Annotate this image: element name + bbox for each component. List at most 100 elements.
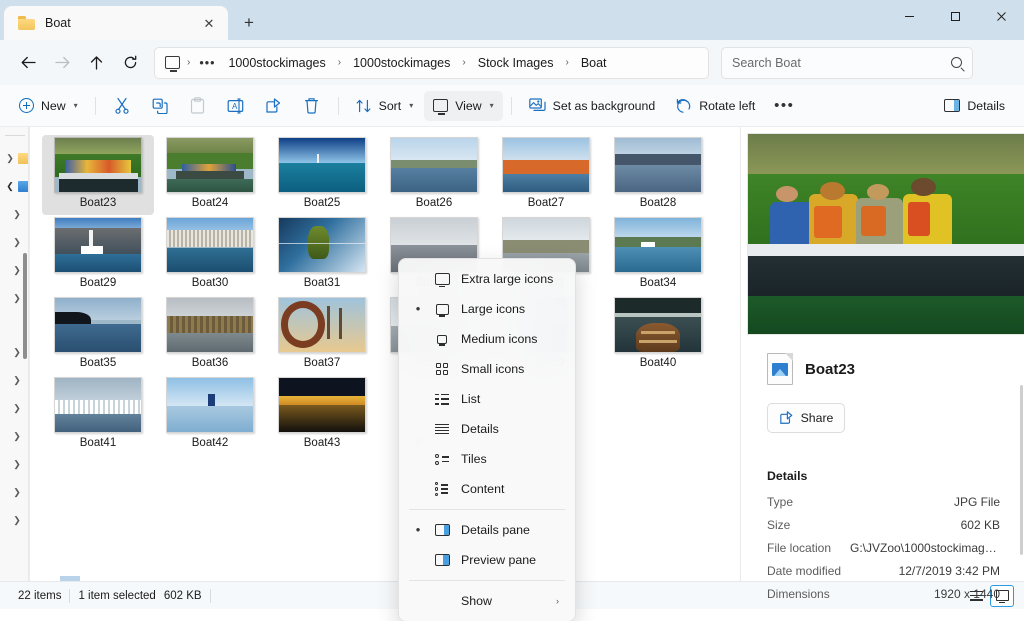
- file-header: Boat23: [767, 353, 1000, 385]
- menu-item-preview-pane[interactable]: Preview pane: [403, 545, 571, 575]
- delete-button[interactable]: [294, 91, 330, 121]
- nav-item-collapsed[interactable]: ❯: [0, 144, 29, 172]
- file-item[interactable]: Boat23: [42, 135, 154, 215]
- menu-item-small-icons[interactable]: Small icons: [403, 354, 571, 384]
- new-button[interactable]: New ▾: [10, 91, 87, 121]
- nav-subitem[interactable]: ❯: [0, 366, 29, 394]
- horizontal-scrollbar[interactable]: [60, 576, 80, 581]
- breadcrumb-item-2[interactable]: Stock Images: [471, 53, 561, 73]
- sort-button[interactable]: Sort ▾: [347, 91, 423, 121]
- view-button[interactable]: View ▾: [424, 91, 502, 121]
- search-box[interactable]: [721, 47, 973, 79]
- chevron-right-icon[interactable]: ❯: [11, 347, 23, 358]
- cut-button[interactable]: [104, 91, 140, 121]
- monitor-icon: [433, 99, 448, 112]
- menu-item-large-icons[interactable]: • Large icons: [403, 294, 571, 324]
- file-item[interactable]: Boat27: [490, 135, 602, 215]
- rotate-left-icon: [675, 98, 692, 114]
- file-item[interactable]: Boat41: [42, 375, 154, 455]
- file-item[interactable]: Boat36: [154, 295, 266, 375]
- maximize-button[interactable]: [932, 0, 978, 32]
- nav-subitem[interactable]: ❯: [0, 200, 29, 228]
- set-as-background-button[interactable]: Set as background: [520, 91, 665, 121]
- menu-item-medium-icons[interactable]: Medium icons: [403, 324, 571, 354]
- chevron-right-icon[interactable]: ❯: [11, 487, 23, 498]
- menu-item-content[interactable]: Content: [403, 474, 571, 504]
- file-item[interactable]: Boat34: [602, 215, 714, 295]
- chevron-right-icon[interactable]: ❯: [11, 459, 23, 470]
- chevron-right-icon[interactable]: ❯: [11, 515, 23, 526]
- file-item[interactable]: Boat30: [154, 215, 266, 295]
- file-item[interactable]: Boat42: [154, 375, 266, 455]
- more-options-button[interactable]: •••: [766, 91, 802, 121]
- file-item[interactable]: Boat40: [602, 295, 714, 375]
- minimize-button[interactable]: [886, 0, 932, 32]
- refresh-button[interactable]: [114, 47, 146, 79]
- breadcrumb-separator: ›: [459, 57, 468, 68]
- menu-item-details-pane[interactable]: • Details pane: [403, 515, 571, 545]
- tab-boat[interactable]: Boat ✕: [4, 6, 228, 40]
- nav-scrollbar[interactable]: [23, 253, 27, 359]
- file-item[interactable]: Boat31: [266, 215, 378, 295]
- nav-subitem[interactable]: ❯: [0, 422, 29, 450]
- forward-button[interactable]: [46, 47, 78, 79]
- chevron-right-icon[interactable]: ❯: [11, 209, 23, 220]
- share-button-pane[interactable]: Share: [767, 403, 845, 433]
- thumbnail: [166, 217, 254, 273]
- breadcrumb-item-3[interactable]: Boat: [574, 53, 614, 73]
- address-bar: › ••• 1000stockimages › 1000stockimages …: [0, 40, 1024, 85]
- rename-button[interactable]: A: [218, 91, 254, 121]
- chevron-right-icon[interactable]: ❯: [11, 265, 23, 276]
- menu-item-extra-large-icons[interactable]: Extra large icons: [403, 264, 571, 294]
- this-pc-icon[interactable]: [165, 56, 180, 69]
- navigation-pane[interactable]: ❯ ❮ ❯ ❯ ❯ ❯ ❯ ❯ ❯ ❯ ❯ ❯ ❯: [0, 127, 30, 581]
- chevron-right-icon[interactable]: ❯: [11, 403, 23, 414]
- up-button[interactable]: [80, 47, 112, 79]
- chevron-right-icon[interactable]: ❯: [4, 153, 16, 164]
- paste-button[interactable]: [180, 91, 216, 121]
- menu-item-details[interactable]: Details: [403, 414, 571, 444]
- chevron-right-icon[interactable]: ❯: [11, 431, 23, 442]
- menu-item-show[interactable]: Show ›: [403, 586, 571, 616]
- file-item[interactable]: Boat37: [266, 295, 378, 375]
- nav-subitem[interactable]: ❯: [0, 450, 29, 478]
- nav-subitem[interactable]: ❯: [0, 228, 29, 256]
- view-dropdown-menu[interactable]: Extra large icons • Large icons Medium i…: [398, 258, 576, 621]
- new-tab-button[interactable]: +: [232, 8, 266, 38]
- file-item[interactable]: Boat24: [154, 135, 266, 215]
- tab-close-icon[interactable]: ✕: [198, 12, 220, 34]
- search-input[interactable]: [732, 56, 951, 70]
- chevron-right-icon[interactable]: ❯: [11, 375, 23, 386]
- file-name: Boat43: [304, 437, 340, 449]
- nav-subitem[interactable]: ❯: [0, 506, 29, 534]
- copy-button[interactable]: [142, 91, 178, 121]
- file-item[interactable]: Boat29: [42, 215, 154, 295]
- breadcrumb-item-1[interactable]: 1000stockimages: [346, 53, 457, 73]
- back-button[interactable]: [12, 47, 44, 79]
- file-item[interactable]: Boat28: [602, 135, 714, 215]
- menu-item-list[interactable]: List: [403, 384, 571, 414]
- rotate-left-button[interactable]: Rotate left: [666, 91, 764, 121]
- close-button[interactable]: [978, 0, 1024, 32]
- file-list[interactable]: Boat23 Boat24: [30, 127, 740, 581]
- nav-item-expanded[interactable]: ❮: [0, 172, 29, 200]
- details-scrollbar[interactable]: [1020, 385, 1023, 555]
- breadcrumb[interactable]: › ••• 1000stockimages › 1000stockimages …: [154, 47, 709, 79]
- menu-item-tiles[interactable]: Tiles: [403, 444, 571, 474]
- chevron-right-icon[interactable]: ❯: [11, 237, 23, 248]
- share-button[interactable]: [256, 91, 292, 121]
- search-icon: [951, 57, 962, 68]
- file-item[interactable]: Boat43: [266, 375, 378, 455]
- file-item[interactable]: Boat25: [266, 135, 378, 215]
- chevron-down-icon[interactable]: ❮: [4, 181, 16, 192]
- nav-subitem[interactable]: ❯: [0, 478, 29, 506]
- nav-subitem[interactable]: ❯: [0, 394, 29, 422]
- breadcrumb-overflow-button[interactable]: •••: [195, 56, 219, 70]
- divider: [95, 97, 96, 115]
- file-item[interactable]: Boat35: [42, 295, 154, 375]
- chevron-down-icon: ▾: [409, 101, 413, 110]
- breadcrumb-item-0[interactable]: 1000stockimages: [221, 53, 332, 73]
- chevron-right-icon[interactable]: ❯: [11, 293, 23, 304]
- details-pane-toggle-button[interactable]: Details: [935, 91, 1014, 121]
- file-item[interactable]: Boat26: [378, 135, 490, 215]
